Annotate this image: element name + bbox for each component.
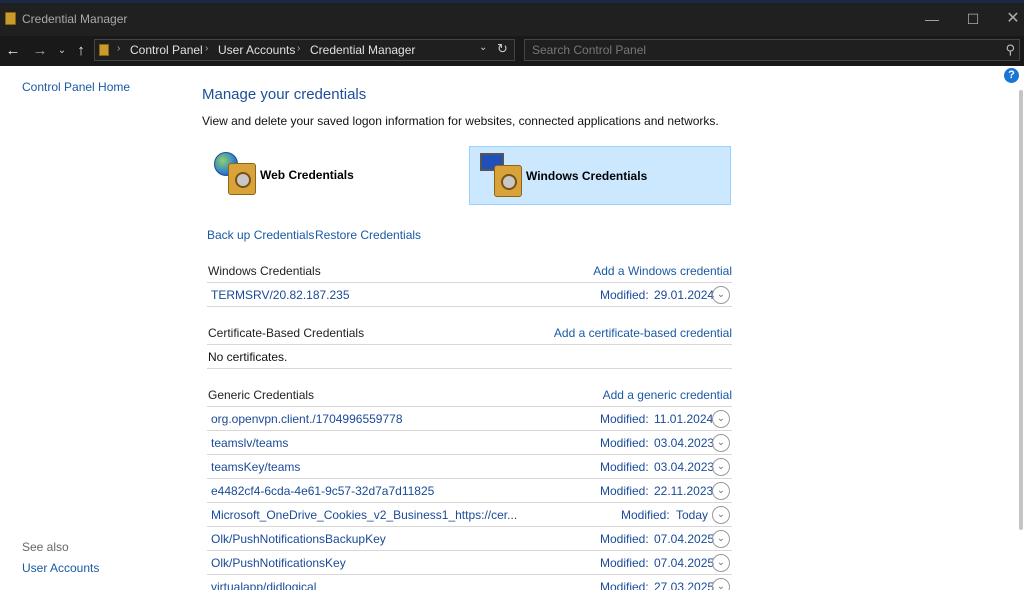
forward-arrow-icon[interactable]: → xyxy=(30,40,50,62)
credential-manager-icon xyxy=(5,12,16,25)
breadcrumb-separator-icon[interactable]: › xyxy=(297,43,300,54)
modified-label: Modified: xyxy=(600,556,649,570)
no-certificates-row: No certificates. xyxy=(207,345,732,369)
page-description: View and delete your saved logon informa… xyxy=(202,114,719,128)
credential-name: teamslv/teams xyxy=(211,436,289,450)
web-credentials-tile[interactable]: Web Credentials xyxy=(208,146,470,205)
modified-label: Modified: xyxy=(600,412,649,426)
certificate-credentials-section-header: Certificate-Based Credentials Add a cert… xyxy=(207,321,732,345)
modified-date: 22.11.2023 xyxy=(654,484,714,498)
modified-date: 03.04.2023 xyxy=(654,460,715,474)
expand-chevron-icon[interactable]: ⌄ xyxy=(712,578,730,590)
address-bar[interactable]: › Control Panel › User Accounts › Creden… xyxy=(94,39,515,61)
credential-name: e4482cf4-6cda-4e61-9c57-32d7a7d11825 xyxy=(211,484,435,498)
credential-row[interactable]: Microsoft_OneDrive_Cookies_v2_Business1_… xyxy=(207,503,732,527)
search-icon[interactable]: ⚲ xyxy=(1005,42,1015,58)
navigation-bar: ← → ⌄ ↑ › Control Panel › User Accounts … xyxy=(0,36,1024,66)
see-also-heading: See also xyxy=(22,540,69,554)
credential-row[interactable]: e4482cf4-6cda-4e61-9c57-32d7a7d11825 Modi… xyxy=(207,479,732,503)
expand-chevron-icon[interactable]: ⌄ xyxy=(712,482,730,500)
vault-icon xyxy=(494,165,522,197)
expand-chevron-icon[interactable]: ⌄ xyxy=(712,286,730,304)
expand-chevron-icon[interactable]: ⌄ xyxy=(712,530,730,548)
section-title: Certificate-Based Credentials xyxy=(208,326,365,340)
credential-row[interactable]: Olk/PushNotificationsBackupKey Modified: 0… xyxy=(207,527,732,551)
credential-name: Microsoft_OneDrive_Cookies_v2_Business1_… xyxy=(211,508,518,522)
search-input[interactable] xyxy=(525,40,995,60)
close-button[interactable]: ✕ xyxy=(1002,9,1024,29)
credential-row[interactable]: Olk/PushNotificationsKey Modified: 07.04.2… xyxy=(207,551,732,575)
back-up-credentials-link[interactable]: Back up Credentials xyxy=(207,228,314,242)
windows-credentials-label: Windows Credentials xyxy=(526,169,648,183)
modified-label: Modified: xyxy=(600,580,649,590)
expand-chevron-icon[interactable]: ⌄ xyxy=(712,554,730,572)
add-certificate-credential-link[interactable]: Add a certificate-based credential xyxy=(554,326,732,340)
scrollbar-thumb[interactable] xyxy=(1019,90,1023,530)
refresh-icon[interactable]: ↻ xyxy=(497,41,508,57)
credential-name: TERMSRV/20.82.187.235 xyxy=(211,288,350,302)
modified-label: Modified: xyxy=(621,508,670,522)
page-title: Manage your credentials xyxy=(202,86,367,103)
windows-credentials-tile[interactable]: Windows Credentials xyxy=(469,146,731,205)
modified-date: 07.04.2025 xyxy=(654,556,715,570)
modified-date: 11.01.2024 xyxy=(654,412,714,426)
credential-name: org.openvpn.client./1704996559778 xyxy=(211,412,403,426)
title-bar: Credential Manager — ☐ ✕ xyxy=(0,0,1024,36)
modified-label: Modified: xyxy=(600,460,649,474)
address-dropdown-icon[interactable]: ⌄ xyxy=(479,42,487,53)
recent-locations-chevron-icon[interactable]: ⌄ xyxy=(55,40,69,62)
expand-chevron-icon[interactable]: ⌄ xyxy=(712,506,730,524)
modified-date: 27.03.2025 xyxy=(654,580,715,590)
credential-row[interactable]: teamslv/teams Modified: 03.04.2023 ⌄ xyxy=(207,431,732,455)
credential-name: Olk/PushNotificationsKey xyxy=(211,556,346,570)
breadcrumb-separator-icon[interactable]: › xyxy=(205,43,208,54)
search-box[interactable]: ⚲ xyxy=(524,39,1020,61)
credential-row[interactable]: org.openvpn.client./1704996559778 Modifie… xyxy=(207,407,732,431)
maximize-button[interactable]: ☐ xyxy=(962,9,984,29)
expand-chevron-icon[interactable]: ⌄ xyxy=(712,410,730,428)
section-title: Generic Credentials xyxy=(208,388,315,402)
credential-row[interactable]: virtualapp/didlogical Modified: 27.03.2025… xyxy=(207,575,732,590)
modified-label: Modified: xyxy=(600,288,649,302)
user-accounts-link[interactable]: User Accounts xyxy=(22,561,99,575)
expand-chevron-icon[interactable]: ⌄ xyxy=(712,458,730,476)
credential-name: teamsKey/teams xyxy=(211,460,301,474)
restore-credentials-link[interactable]: Restore Credentials xyxy=(315,228,421,242)
help-icon[interactable]: ? xyxy=(1004,68,1019,83)
up-arrow-icon[interactable]: ↑ xyxy=(72,40,90,62)
breadcrumb-user-accounts[interactable]: User Accounts xyxy=(218,43,295,57)
add-windows-credential-link[interactable]: Add a Windows credential xyxy=(593,264,732,278)
window-title: Credential Manager xyxy=(22,12,128,26)
breadcrumb-control-panel[interactable]: Control Panel xyxy=(130,43,203,57)
credential-row[interactable]: teamsKey/teams Modified: 03.04.2023 ⌄ xyxy=(207,455,732,479)
minimize-button[interactable]: — xyxy=(921,9,943,29)
control-panel-home-link[interactable]: Control Panel Home xyxy=(22,80,130,94)
modified-date: 29.01.2024 xyxy=(654,288,715,302)
back-arrow-icon[interactable]: ← xyxy=(3,40,23,62)
vault-icon xyxy=(228,163,256,195)
credential-name: Olk/PushNotificationsBackupKey xyxy=(211,532,386,546)
scrollbar[interactable] xyxy=(1017,90,1024,590)
modified-label: Modified: xyxy=(600,436,649,450)
credential-row[interactable]: TERMSRV/20.82.187.235 Modified: 29.01.2024… xyxy=(207,283,732,307)
web-credentials-label: Web Credentials xyxy=(260,168,354,182)
modified-date: Today xyxy=(676,508,709,522)
expand-chevron-icon[interactable]: ⌄ xyxy=(712,434,730,452)
windows-credentials-section-header: Windows Credentials Add a Windows creden… xyxy=(207,259,732,283)
add-generic-credential-link[interactable]: Add a generic credential xyxy=(603,388,732,402)
breadcrumb-credential-manager[interactable]: Credential Manager xyxy=(310,43,415,57)
section-title: Windows Credentials xyxy=(208,264,321,278)
breadcrumb-separator-icon[interactable]: › xyxy=(117,43,120,54)
modified-date: 03.04.2023 xyxy=(654,436,715,450)
generic-credentials-section-header: Generic Credentials Add a generic creden… xyxy=(207,383,732,407)
credential-name: virtualapp/didlogical xyxy=(211,580,317,590)
modified-label: Modified: xyxy=(600,532,649,546)
modified-date: 07.04.2025 xyxy=(654,532,715,546)
no-certificates-text: No certificates. xyxy=(208,350,288,364)
control-panel-icon xyxy=(99,44,109,56)
modified-label: Modified: xyxy=(600,484,649,498)
